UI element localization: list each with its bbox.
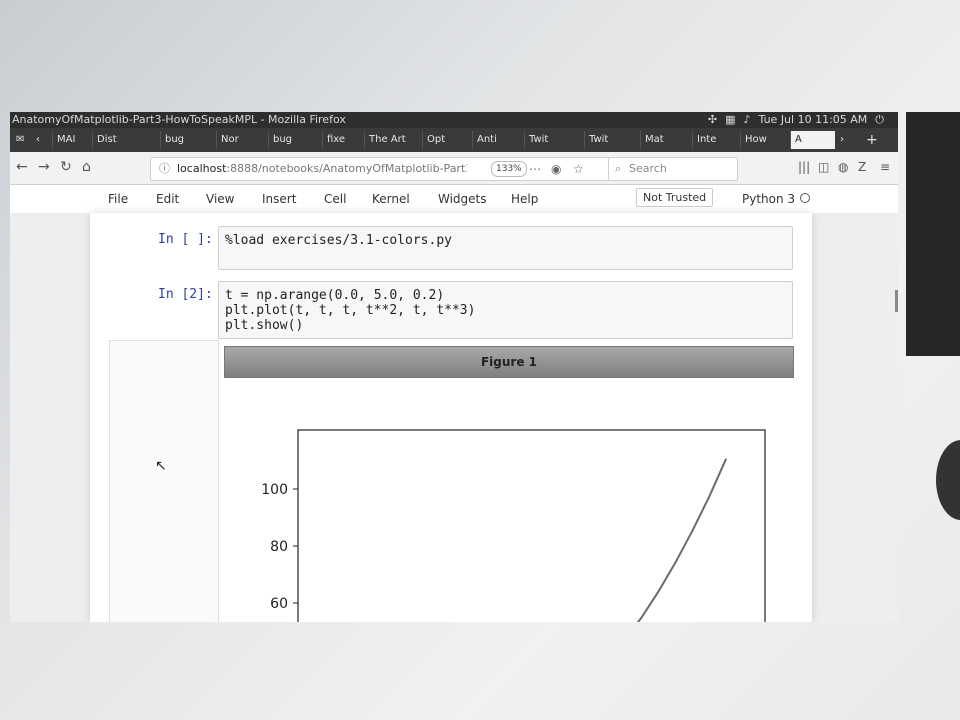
url-bar[interactable]: ⓘ localhost:8888/notebooks/AnatomyOfMatp… bbox=[150, 157, 612, 181]
extension-icon[interactable]: ◍ bbox=[838, 160, 848, 174]
bookmark-star-icon[interactable]: ☆ bbox=[573, 158, 584, 180]
search-icon: ⌕ bbox=[615, 162, 622, 175]
search-field[interactable]: ⌕ Search bbox=[608, 157, 738, 181]
menu-help[interactable]: Help bbox=[511, 192, 538, 206]
cell-2-code[interactable]: t = np.arange(0.0, 5.0, 0.2) plt.plot(t,… bbox=[225, 288, 475, 333]
network-icon[interactable]: ▦ bbox=[725, 112, 735, 128]
plot-canvas[interactable]: 60 80 100 bbox=[224, 378, 792, 622]
power-icon[interactable]: ⏻ bbox=[875, 112, 884, 128]
menu-icon[interactable]: ≡ bbox=[880, 160, 890, 174]
home-icon[interactable]: ⌂ bbox=[82, 159, 91, 175]
page-info-icon[interactable]: ⓘ bbox=[159, 158, 170, 180]
tab-7[interactable]: The Art bbox=[364, 131, 415, 149]
background-wheel-graphic bbox=[936, 440, 960, 520]
mouse-cursor: ↖ bbox=[155, 458, 167, 474]
reload-icon[interactable]: ↻ bbox=[60, 159, 72, 175]
window-title: AnatomyOfMatplotlib-Part3-HowToSpeakMPL … bbox=[12, 113, 346, 126]
kernel-name: Python 3 bbox=[742, 192, 796, 206]
notebook-margin-left bbox=[10, 213, 90, 622]
figure-title-bar[interactable]: Figure 1 bbox=[224, 346, 794, 378]
menu-insert[interactable]: Insert bbox=[262, 192, 296, 206]
cell-1-input[interactable]: %load exercises/3.1-colors.py bbox=[218, 226, 793, 270]
tab-bar: ✉ ‹ MAI Dist bug Nor bug fixe The Art Op… bbox=[10, 128, 898, 152]
cell-2-prompt: In [2]: bbox=[158, 287, 213, 302]
tab-5[interactable]: bug bbox=[268, 131, 313, 149]
dropbox-icon[interactable]: ✣ bbox=[708, 112, 717, 128]
clock[interactable]: Tue Jul 10 11:05 AM bbox=[759, 112, 868, 128]
tab-scroll-right-icon[interactable]: › bbox=[836, 131, 852, 149]
desktop-screen: AnatomyOfMatplotlib-Part3-HowToSpeakMPL … bbox=[10, 112, 898, 622]
trust-status-button[interactable]: Not Trusted bbox=[636, 188, 714, 207]
pocket-icon[interactable]: ◉ bbox=[551, 158, 561, 180]
tab-13[interactable]: Inte bbox=[692, 131, 737, 149]
tab-1[interactable]: MAI bbox=[52, 131, 93, 149]
sound-icon[interactable]: ♪ bbox=[744, 112, 751, 128]
menu-kernel[interactable]: Kernel bbox=[372, 192, 410, 206]
url-text[interactable]: localhost:8888/notebooks/AnatomyOfMatplo… bbox=[177, 158, 467, 180]
y-tick-label: 100 bbox=[261, 482, 288, 498]
window-titlebar: AnatomyOfMatplotlib-Part3-HowToSpeakMPL … bbox=[10, 112, 898, 128]
menu-widgets[interactable]: Widgets bbox=[438, 192, 487, 206]
output-prompt-area[interactable] bbox=[109, 340, 219, 622]
tab-active[interactable]: A bbox=[790, 131, 835, 149]
tab-11[interactable]: Twit bbox=[584, 131, 629, 149]
new-tab-icon[interactable]: + bbox=[862, 131, 880, 149]
tab-12[interactable]: Mat bbox=[640, 131, 685, 149]
page-scrollbar-thumb[interactable] bbox=[895, 290, 898, 312]
nav-toolbar: ← → ↻ ⌂ ⓘ localhost:8888/notebooks/Anato… bbox=[10, 152, 898, 185]
background-window-edge bbox=[906, 112, 960, 356]
tab-3[interactable]: bug bbox=[160, 131, 205, 149]
notebook-margin-right bbox=[812, 213, 898, 622]
kernel-status-icon bbox=[800, 193, 810, 203]
sidebar-icon[interactable]: ◫ bbox=[818, 160, 829, 174]
menu-edit[interactable]: Edit bbox=[156, 192, 179, 206]
tab-scroll-left-icon[interactable]: ‹ bbox=[32, 131, 46, 149]
tab-4[interactable]: Nor bbox=[216, 131, 261, 149]
page-actions-icon[interactable]: ⋯ bbox=[529, 158, 541, 180]
back-icon[interactable]: ← bbox=[16, 159, 28, 175]
system-tray: ✣ ▦ ♪ Tue Jul 10 11:05 AM ⏻ bbox=[708, 112, 884, 128]
library-icon[interactable]: ||| bbox=[798, 160, 810, 174]
y-tick-label: 60 bbox=[270, 596, 288, 612]
tab-6[interactable]: fixe bbox=[322, 131, 367, 149]
tab-10[interactable]: Twit bbox=[524, 131, 569, 149]
tab-14[interactable]: How bbox=[740, 131, 785, 149]
forward-icon[interactable]: → bbox=[38, 159, 50, 175]
y-axis-ticks: 60 80 100 bbox=[261, 482, 298, 612]
menu-file[interactable]: File bbox=[108, 192, 128, 206]
tab-list-icon[interactable]: ✉ bbox=[12, 131, 32, 149]
tab-9[interactable]: Anti bbox=[472, 131, 517, 149]
zotero-icon[interactable]: Z bbox=[858, 160, 866, 174]
zoom-indicator[interactable]: 133% bbox=[491, 161, 527, 177]
cell-1-prompt: In [ ]: bbox=[158, 232, 213, 247]
tab-8[interactable]: Opt bbox=[422, 131, 467, 149]
search-placeholder: Search bbox=[629, 162, 667, 175]
cell-1-code[interactable]: %load exercises/3.1-colors.py bbox=[225, 233, 452, 248]
tab-2[interactable]: Dist bbox=[92, 131, 145, 149]
menu-cell[interactable]: Cell bbox=[324, 192, 346, 206]
cell-2-input[interactable]: t = np.arange(0.0, 5.0, 0.2) plt.plot(t,… bbox=[218, 281, 793, 339]
menu-view[interactable]: View bbox=[206, 192, 234, 206]
y-tick-label: 80 bbox=[270, 539, 288, 555]
